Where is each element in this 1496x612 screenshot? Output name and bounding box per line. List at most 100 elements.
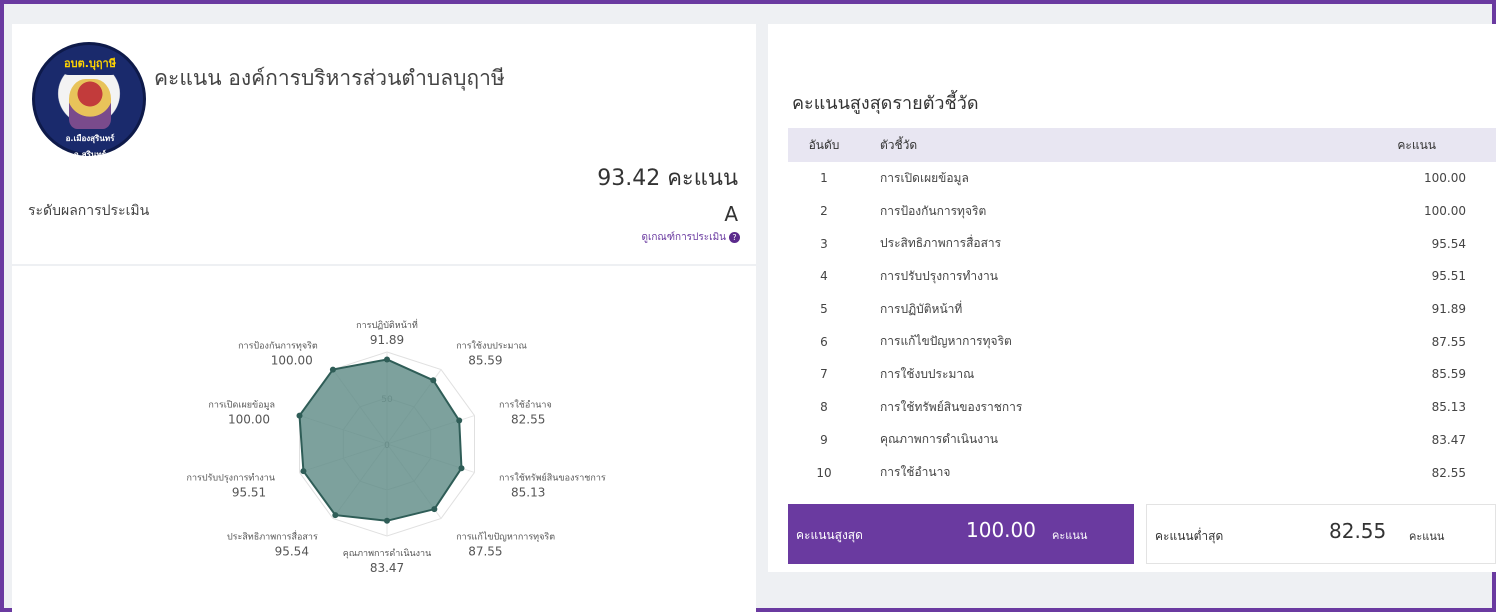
row-rank: 3 (820, 236, 828, 251)
radar-axis-label: การปรับปรุงการทำงาน (187, 472, 275, 483)
min-score-unit: คะแนน (1409, 530, 1445, 543)
radar-axis-value: 95.54 (275, 544, 309, 558)
row-name: การป้องกันการทุจริต (880, 203, 987, 218)
radar-axis-label: การใช้งบประมาณ (456, 341, 527, 352)
row-name: ประสิทธิภาพการสื่อสาร (880, 236, 1002, 251)
row-name: การใช้ทรัพย์สินของราชการ (880, 399, 1023, 414)
table-row: 8 การใช้ทรัพย์สินของราชการ 85.13 (788, 391, 1496, 424)
row-name: การใช้อำนาจ (880, 465, 951, 480)
row-rank: 9 (820, 432, 828, 447)
ranking-table: อันดับ ตัวชี้วัด คะแนน 1 การเปิดเผยข้อมูล… (788, 128, 1496, 489)
row-name: การปฏิบัติหน้าที่ (880, 301, 963, 316)
table-body: 1 การเปิดเผยข้อมูล 100.00 2 การป้องกันการทุจ… (788, 162, 1496, 489)
row-score: 95.51 (1431, 269, 1466, 284)
row-rank: 10 (816, 465, 832, 480)
radar-axis-value: 87.55 (468, 544, 502, 558)
radar-chart: 050การปฏิบัติหน้าที่91.89การใช้งบประมาณ8… (187, 318, 606, 575)
radar-point (332, 512, 339, 519)
radar-point (329, 366, 336, 373)
table-header: อันดับ ตัวชี้วัด คะแนน (788, 128, 1496, 162)
min-score-box: คะแนนต่ำสุด 82.55 คะแนน (1146, 504, 1496, 564)
row-name: การเปิดเผยข้อมูล (880, 170, 969, 185)
radar-point (456, 417, 463, 424)
row-rank: 1 (820, 171, 828, 186)
row-score: 82.55 (1431, 465, 1466, 480)
row-score: 83.47 (1431, 432, 1466, 447)
total-score: 93.42 คะแนน (597, 166, 738, 191)
row-score: 100.00 (1424, 204, 1466, 219)
row-name: การใช้งบประมาณ (880, 366, 975, 381)
page-title: คะแนน องค์การบริหารส่วนตำบลบุฤาษี (154, 66, 505, 90)
row-rank: 5 (820, 302, 828, 317)
radar-point (431, 506, 438, 513)
row-score: 87.55 (1431, 334, 1466, 349)
header-score: คะแนน (1397, 137, 1436, 152)
radar-point (384, 356, 390, 363)
row-score: 91.89 (1431, 302, 1466, 317)
help-icon: ? (729, 231, 740, 243)
criteria-link[interactable]: ดูเกณฑ์การประเมิน? (641, 230, 740, 245)
summary-boxes: คะแนนสูงสุด 100.00 คะแนน คะแนนต่ำสุด 82.… (788, 504, 1496, 564)
row-rank: 8 (820, 400, 828, 415)
row-score: 100.00 (1424, 171, 1466, 186)
row-name: การปรับปรุงการทำงาน (880, 268, 998, 283)
max-score-label: คะแนนสูงสุด (796, 528, 863, 542)
radar-axis-label: การเปิดเผยข้อมูล (208, 400, 275, 411)
table-row: 3 ประสิทธิภาพการสื่อสาร 95.54 (788, 227, 1496, 260)
radar-axis-label: คุณภาพการดำเนินงาน (343, 548, 432, 559)
radar-axis-label: ประสิทธิภาพการสื่อสาร (227, 529, 318, 542)
radar-axis-value: 91.89 (370, 333, 404, 347)
row-rank: 4 (820, 269, 828, 284)
radar-point (300, 468, 307, 475)
header-name: ตัวชี้วัด (880, 137, 918, 152)
radar-axis-value: 100.00 (228, 413, 270, 427)
row-score: 85.59 (1431, 367, 1466, 382)
table-row: 5 การปฏิบัติหน้าที่ 91.89 (788, 293, 1496, 326)
radar-axis-value: 85.13 (511, 485, 545, 499)
radar-axis-label: การใช้ทรัพย์สินของราชการ (499, 471, 606, 483)
radar-axis-value: 85.59 (468, 354, 502, 368)
radar-axis-label: การแก้ไขปัญหาการทุจริต (456, 531, 555, 542)
table-row: 10 การใช้อำนาจ 82.55 (788, 456, 1496, 489)
radar-axis-value: 95.51 (232, 485, 266, 499)
row-score: 95.54 (1431, 236, 1466, 251)
min-score-label: คะแนนต่ำสุด (1155, 529, 1224, 543)
radar-axis-value: 82.55 (511, 413, 545, 427)
table-row: 9 คุณภาพการดำเนินงาน 83.47 (788, 424, 1496, 457)
logo-text-top: อบต.บุฤาษี (59, 53, 121, 75)
table-row: 7 การใช้งบประมาณ 85.59 (788, 358, 1496, 391)
min-score-value: 82.55 (1329, 519, 1387, 543)
radar-axis-label: การปฏิบัติหน้าที่ (356, 318, 418, 331)
table-row: 2 การป้องกันการทุจริต 100.00 (788, 195, 1496, 228)
radar-point (458, 465, 465, 472)
grade-value: A (724, 202, 738, 226)
criteria-link-label: ดูเกณฑ์การประเมิน (641, 232, 726, 243)
row-name: คุณภาพการดำเนินงาน (880, 432, 999, 447)
level-label: ระดับผลการประเมิน (28, 203, 150, 219)
organization-logo: อบต.บุฤาษี อ.เมืองสุรินทร์ จ.สุรินทร์ (32, 42, 146, 159)
radar-axis-value: 83.47 (370, 561, 404, 575)
radar-point (430, 377, 437, 384)
row-rank: 2 (820, 204, 828, 219)
radar-point (384, 517, 390, 524)
radar-chart-card: 050การปฏิบัติหน้าที่91.89การใช้งบประมาณ8… (12, 266, 756, 612)
ranking-card: คะแนนสูงสุดรายตัวชี้วัด อันดับ ตัวชี้วัด… (768, 24, 1496, 572)
radar-data-area (298, 358, 463, 522)
max-score-value: 100.00 (966, 518, 1036, 542)
radar-axis-label: การใช้อำนาจ (499, 400, 552, 411)
radar-axis-label: การป้องกันการทุจริต (238, 341, 318, 352)
row-name: การแก้ไขปัญหาการทุจริต (880, 334, 1012, 349)
page-frame: อบต.บุฤาษี อ.เมืองสุรินทร์ จ.สุรินทร์ คะ… (0, 0, 1496, 612)
max-score-box: คะแนนสูงสุด 100.00 คะแนน (788, 504, 1134, 564)
table-row: 6 การแก้ไขปัญหาการทุจริต 87.55 (788, 325, 1496, 358)
header-rank: อันดับ (808, 137, 840, 152)
radar-point (296, 412, 303, 419)
max-score-unit: คะแนน (1052, 529, 1088, 542)
radar-axis-value: 100.00 (271, 354, 313, 368)
row-rank: 7 (820, 367, 828, 382)
score-summary-card: อบต.บุฤาษี อ.เมืองสุรินทร์ จ.สุรินทร์ คะ… (12, 24, 756, 264)
row-score: 85.13 (1431, 400, 1466, 415)
logo-text-bottom: อ.เมืองสุรินทร์ จ.สุรินทร์ (65, 134, 115, 159)
table-row: 4 การปรับปรุงการทำงาน 95.51 (788, 260, 1496, 293)
table-row: 1 การเปิดเผยข้อมูล 100.00 (788, 162, 1496, 195)
